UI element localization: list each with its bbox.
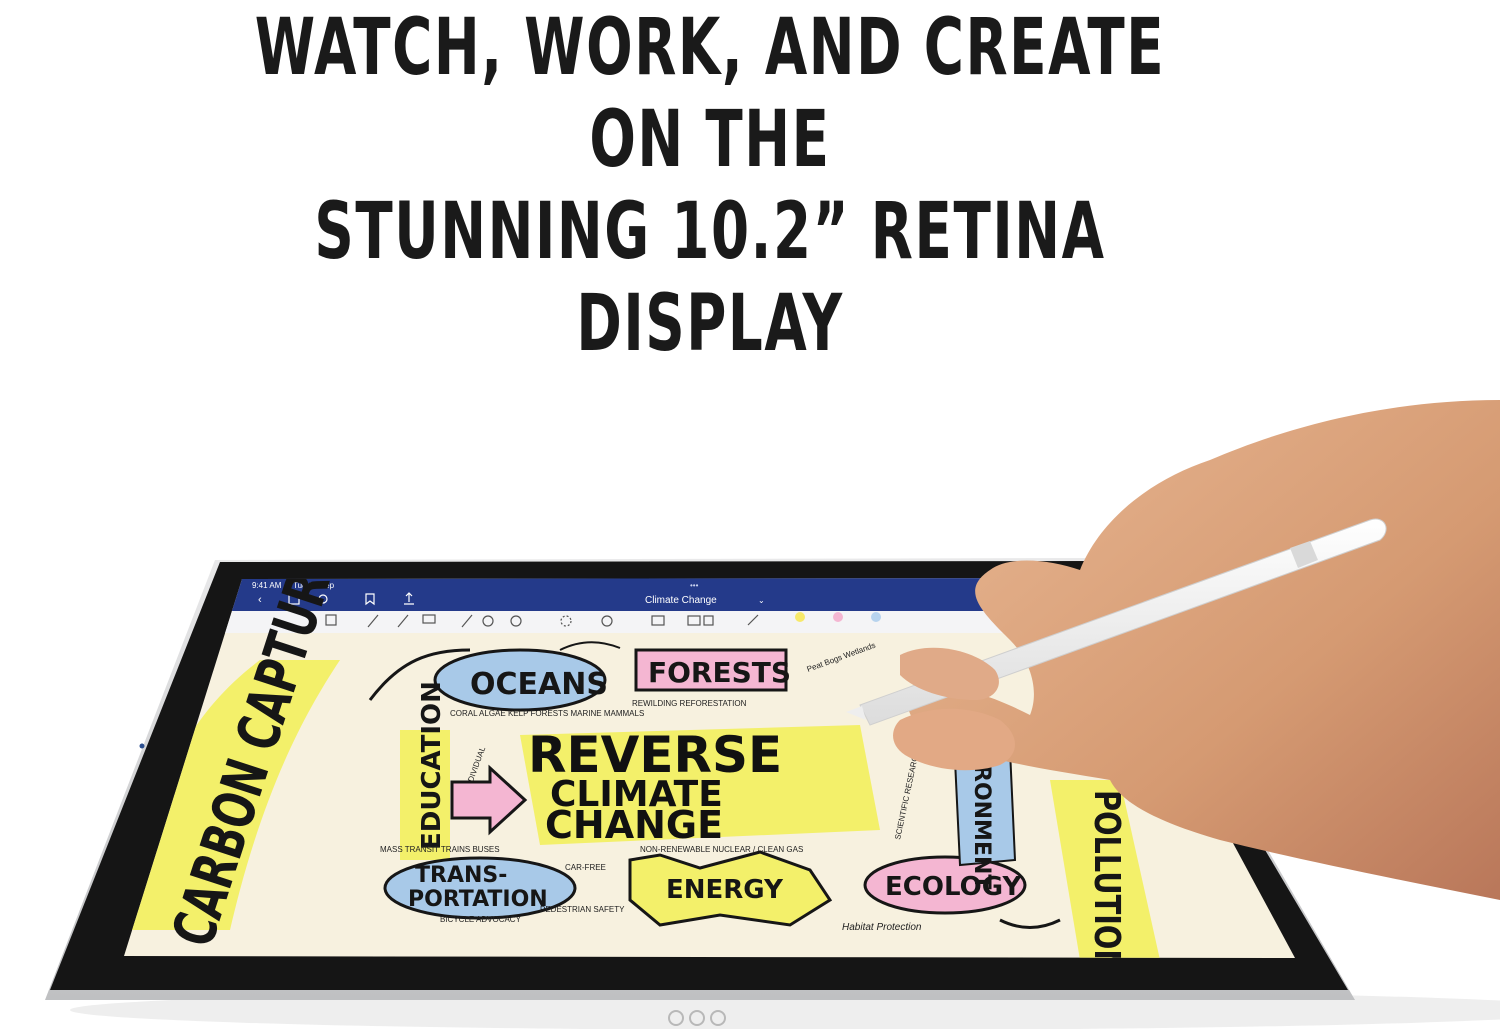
forests-subtext: REWILDING REFORESTATION	[632, 699, 747, 708]
environment-label: RONMENT	[969, 765, 994, 889]
education-label: EDUCATION	[417, 681, 447, 850]
back-chevron-icon[interactable]: ‹	[258, 594, 262, 606]
forests-label: FORESTS	[648, 656, 791, 689]
color-swatch-blue[interactable]	[871, 612, 881, 622]
oceans-subtext: CORAL ALGAE KELP FORESTS MARINE MAMMALS	[450, 709, 644, 718]
mass-transit-note: MASS TRANSIT TRAINS BUSES	[380, 845, 500, 854]
pedestrian-note: PEDESTRIAN SAFETY	[540, 905, 625, 914]
document-title[interactable]: Climate Change	[645, 595, 717, 606]
multitask-dots[interactable]: •••	[690, 581, 699, 590]
color-swatch-yellow[interactable]	[795, 612, 805, 622]
car-free-note: CAR-FREE	[565, 863, 606, 872]
front-camera-icon	[139, 743, 145, 749]
nonrenewable-note: NON-RENEWABLE NUCLEAR / CLEAN GAS	[640, 845, 803, 854]
product-scene: 9:41 AM Tue 14 Sep ••• ‹ Climate Change …	[45, 400, 1500, 1029]
transportation-line-2: PORTATION	[408, 887, 548, 912]
energy-label: ENERGY	[666, 875, 784, 905]
transportation-line-1: TRANS-	[415, 863, 507, 888]
habitat-note: Habitat Protection	[842, 922, 922, 933]
right-edge-label: POLLUTION	[1086, 790, 1128, 973]
ecology-label: ECOLOGY	[885, 872, 1022, 902]
oceans-label: OCEANS	[470, 667, 608, 702]
bicycle-note: BICYCLE ADVOCACY	[440, 915, 522, 924]
center-change: CHANGE	[545, 803, 723, 847]
title-chevron-down-icon[interactable]: ⌄	[758, 596, 765, 605]
color-swatch-pink[interactable]	[833, 612, 843, 622]
